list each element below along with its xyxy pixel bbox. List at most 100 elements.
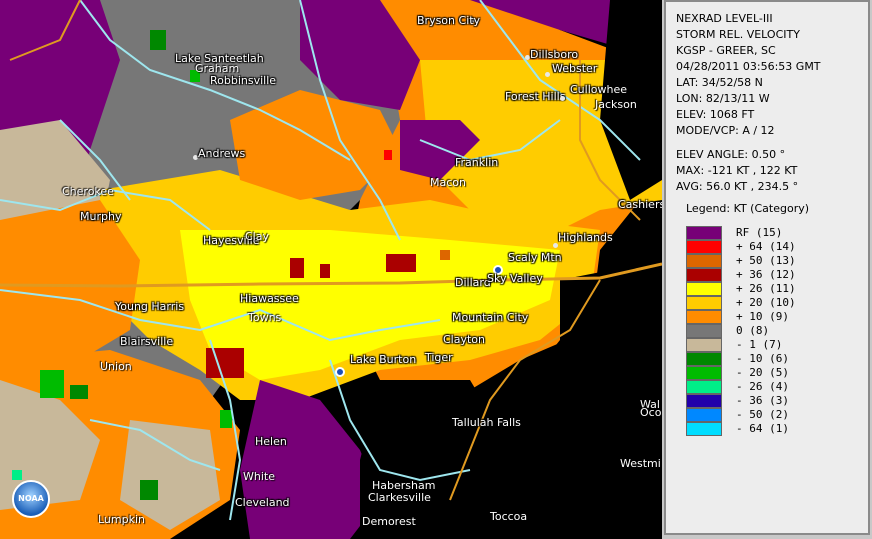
- legend-row: + 20 (10): [686, 296, 866, 310]
- legend-swatch: [686, 282, 722, 296]
- label-clarkesville: Clarkesville: [368, 491, 431, 504]
- label-dillsboro: Dillsboro: [530, 48, 579, 61]
- label-clay: Clay: [245, 230, 269, 243]
- legend-swatch: [686, 352, 722, 366]
- label-murphy: Murphy: [80, 210, 122, 223]
- latitude: LAT: 34/52/58 N: [676, 76, 763, 89]
- legend-swatch: [686, 324, 722, 338]
- label-blairsville: Blairsville: [120, 335, 174, 348]
- legend-title: Legend: KT (Category): [686, 202, 810, 215]
- legend-swatch: [686, 310, 722, 324]
- city-dot: [560, 96, 565, 101]
- legend-swatch: [686, 380, 722, 394]
- legend-label: - 64 (1): [736, 422, 789, 435]
- legend-row: 0 (8): [686, 324, 866, 338]
- label-webster: Webster: [552, 62, 598, 75]
- label-union: Union: [100, 360, 132, 373]
- label-lumpkin: Lumpkin: [98, 513, 146, 526]
- legend-row: - 36 (3): [686, 394, 866, 408]
- legend-label: + 26 (11): [736, 282, 796, 295]
- legend-label: - 10 (6): [736, 352, 789, 365]
- label-tallulah-falls: Tallulah Falls: [452, 416, 521, 429]
- legend-row: + 26 (11): [686, 282, 866, 296]
- max-velocity: MAX: -121 KT , 122 KT: [676, 164, 798, 177]
- legend-swatch: [686, 254, 722, 268]
- legend-row: + 50 (13): [686, 254, 866, 268]
- legend-row: + 10 (9): [686, 310, 866, 324]
- label-tiger: Tiger: [425, 351, 453, 364]
- legend-label: - 26 (4): [736, 380, 789, 393]
- elev-angle: ELEV ANGLE: 0.50 °: [676, 148, 786, 161]
- info-panel: NEXRAD LEVEL-III STORM REL. VELOCITY KGS…: [664, 0, 870, 535]
- label-lake-burton: Lake Burton: [350, 353, 417, 366]
- legend-label: + 64 (14): [736, 240, 796, 253]
- label-bryson-city: Bryson City: [417, 14, 481, 27]
- legend-row: + 36 (12): [686, 268, 866, 282]
- legend-label: + 36 (12): [736, 268, 796, 281]
- elevation: ELEV: 1068 FT: [676, 108, 755, 121]
- legend-label: + 50 (13): [736, 254, 796, 267]
- legend-swatch: [686, 296, 722, 310]
- legend-label: + 20 (10): [736, 296, 796, 309]
- longitude: LON: 82/13/11 W: [676, 92, 770, 105]
- label-cherokee: Cherokee: [62, 185, 114, 198]
- label-macon: Macon: [430, 176, 466, 189]
- label-helen: Helen: [255, 435, 287, 448]
- label-oco: Oco: [640, 406, 662, 419]
- label-forest-hills: Forest Hills: [505, 90, 566, 103]
- legend-row: - 1 (7): [686, 338, 866, 352]
- legend-label: + 10 (9): [736, 310, 789, 323]
- legend-row: - 10 (6): [686, 352, 866, 366]
- legend-swatch: [686, 366, 722, 380]
- noaa-logo: NOAA: [12, 480, 50, 518]
- label-scaly-mtn: Scaly Mtn: [508, 251, 562, 264]
- radar-site: KGSP - GREER, SC: [676, 44, 776, 57]
- legend-swatch: [686, 268, 722, 282]
- mode-vcp: MODE/VCP: A / 12: [676, 124, 775, 137]
- label-young-harris: Young Harris: [115, 300, 185, 313]
- label-towns: Towns: [248, 311, 282, 324]
- label-demorest: Demorest: [362, 515, 416, 528]
- legend-label: - 1 (7): [736, 338, 783, 351]
- label-toccoa: Toccoa: [490, 510, 528, 523]
- velocity-field: [0, 0, 662, 539]
- city-dot: [545, 72, 550, 77]
- label-cleveland: Cleveland: [235, 496, 290, 509]
- legend-swatch: [686, 422, 722, 436]
- label-hiawassee: Hiawassee: [240, 292, 299, 305]
- label-cashiers: Cashiers: [618, 198, 662, 211]
- legend-row: RF (15): [686, 226, 866, 240]
- product-line: NEXRAD LEVEL-III: [676, 12, 773, 25]
- legend-label: - 20 (5): [736, 366, 789, 379]
- legend-label: 0 (8): [736, 324, 770, 337]
- timestamp: 04/28/2011 03:56:53 GMT: [676, 60, 821, 73]
- legend-swatch: [686, 408, 722, 422]
- label-robbinsville: Robbinsville: [210, 74, 277, 87]
- label-white: White: [243, 470, 275, 483]
- label-dillard: Dillard: [455, 276, 491, 289]
- label-franklin: Franklin: [455, 156, 499, 169]
- label-clayton: Clayton: [443, 333, 486, 346]
- legend-row: - 26 (4): [686, 380, 866, 394]
- legend-row: - 64 (1): [686, 422, 866, 436]
- label-westmi: Westmi: [620, 457, 661, 470]
- legend-label: RF (15): [736, 226, 783, 239]
- legend-swatch: [686, 240, 722, 254]
- legend-row: - 20 (5): [686, 366, 866, 380]
- legend-swatch: [686, 394, 722, 408]
- label-andrews: Andrews: [198, 147, 246, 160]
- label-mountain-city: Mountain City: [452, 311, 529, 324]
- legend-row: - 50 (2): [686, 408, 866, 422]
- label-jackson: Jackson: [595, 98, 637, 111]
- product-type: STORM REL. VELOCITY: [676, 28, 800, 41]
- legend-label: - 50 (2): [736, 408, 789, 421]
- avg-velocity: AVG: 56.0 KT , 234.5 °: [676, 180, 799, 193]
- legend-label: - 36 (3): [736, 394, 789, 407]
- legend-swatch: [686, 226, 722, 240]
- legend-row: + 64 (14): [686, 240, 866, 254]
- label-highlands: Highlands: [558, 231, 613, 244]
- legend-swatch: [686, 338, 722, 352]
- label-sky-valley: Sky Valley: [487, 272, 543, 285]
- radar-map: Bryson City Dillsboro Webster Forest Hil…: [0, 0, 662, 539]
- label-cullowhee: Cullowhee: [570, 83, 627, 96]
